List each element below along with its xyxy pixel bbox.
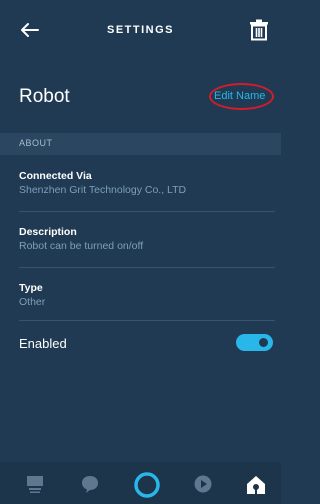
play-icon[interactable] bbox=[193, 474, 213, 494]
connected-via-row: Connected Via Shenzhen Grit Technology C… bbox=[19, 170, 275, 196]
connected-via-value: Shenzhen Grit Technology Co., LTD bbox=[19, 184, 187, 196]
description-label: Description bbox=[19, 226, 77, 238]
enabled-label: Enabled bbox=[19, 336, 67, 351]
type-label: Type bbox=[19, 282, 43, 294]
about-section-header: ABOUT bbox=[0, 133, 281, 155]
about-label: ABOUT bbox=[19, 138, 53, 148]
type-value: Other bbox=[19, 296, 46, 308]
enabled-toggle[interactable] bbox=[236, 334, 273, 351]
alexa-ring-icon[interactable] bbox=[132, 468, 162, 502]
description-value: Robot can be turned on/off bbox=[19, 240, 144, 252]
divider bbox=[19, 320, 275, 321]
page-title: SETTINGS bbox=[106, 24, 174, 36]
devices-icon[interactable] bbox=[245, 474, 267, 496]
toggle-knob bbox=[259, 338, 268, 347]
divider bbox=[19, 211, 275, 212]
connected-via-label: Connected Via bbox=[19, 170, 92, 182]
chat-icon[interactable] bbox=[80, 474, 100, 494]
divider bbox=[19, 267, 275, 268]
bottom-nav bbox=[0, 462, 281, 504]
top-bar: SETTINGS bbox=[0, 0, 281, 60]
edit-name-button[interactable]: Edit Name bbox=[214, 90, 265, 102]
home-list-icon[interactable] bbox=[25, 474, 45, 494]
trash-icon[interactable] bbox=[249, 19, 269, 41]
device-name-row: Robot Edit Name bbox=[0, 78, 281, 120]
type-row: Type Other bbox=[19, 282, 275, 308]
device-name: Robot bbox=[19, 86, 70, 107]
description-row: Description Robot can be turned on/off bbox=[19, 226, 275, 252]
